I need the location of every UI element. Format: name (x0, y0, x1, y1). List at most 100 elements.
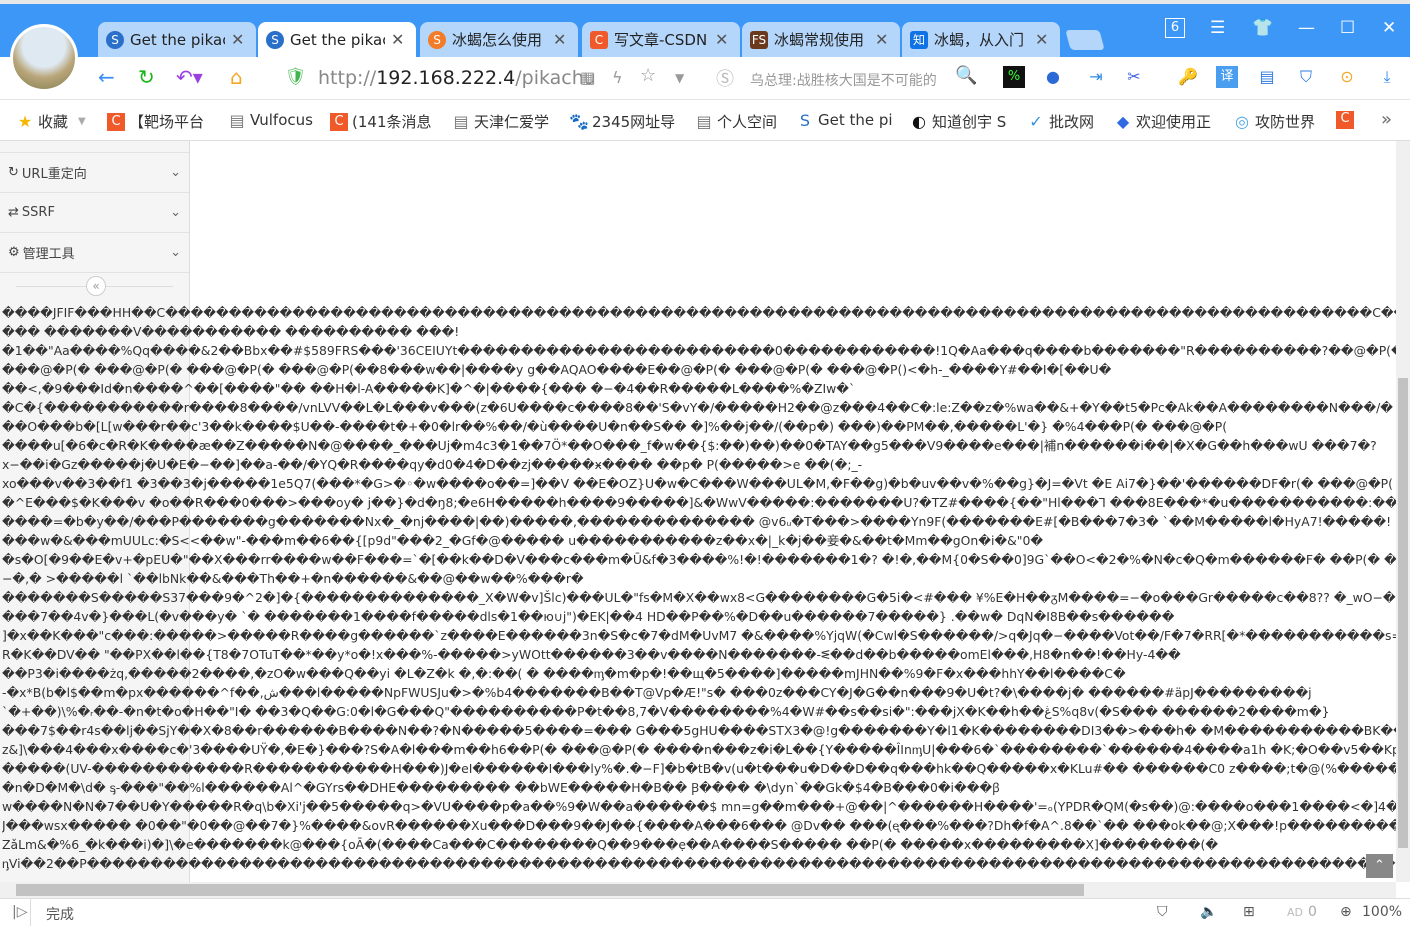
navigation-bar: ← ↻ ↶▾ ⌂ 🛡 http://192.168.222.4/pikachu … (0, 57, 1410, 100)
ad-count: 0 (1308, 904, 1317, 920)
csdn-icon: C (107, 113, 125, 131)
sidebar-item[interactable]: ⚙管理工具⌄ (0, 233, 189, 273)
bookmark-item[interactable]: ◐知道创宇 S (910, 111, 1006, 132)
sidebar-item[interactable]: ↻URL重定向⌄ (0, 153, 189, 193)
zhidao-icon: ◐ (910, 113, 928, 131)
percent-tool-icon[interactable]: % (1003, 66, 1025, 88)
check-icon: ✓ (1027, 113, 1045, 131)
ad-block-icon[interactable]: AD (1287, 906, 1303, 919)
bookmark-item[interactable]: C(141条消息 (330, 111, 431, 132)
bookmark-item[interactable]: ★收藏▼ (16, 111, 86, 132)
chevron-down-icon: ⌄ (170, 165, 181, 180)
csdn-icon[interactable]: C (1336, 111, 1354, 129)
dropdown-icon[interactable]: ▼ (675, 71, 684, 85)
bookmark-item[interactable]: C【靶场平台 (107, 111, 204, 132)
skin-icon[interactable]: 👕 (1252, 18, 1273, 38)
vertical-scrollbar[interactable] (1396, 141, 1410, 882)
notes-icon[interactable]: ▤ (1256, 66, 1278, 88)
close-tab-icon[interactable]: ✕ (553, 30, 566, 49)
chevron-down-icon: ⌄ (170, 205, 181, 220)
text-line: �1��"Aa����%Qq����&2��Bbx��#$589FRS���'3… (2, 341, 1396, 360)
scroll-to-top-button[interactable]: ⌃ (1366, 854, 1393, 878)
key-icon[interactable]: 🔑 (1177, 66, 1199, 88)
refresh-icon[interactable]: ↻ (138, 65, 155, 89)
close-window-icon[interactable]: ✕ (1382, 18, 1396, 38)
bookmark-item[interactable]: ▤Vulfocus (228, 111, 313, 129)
download-icon[interactable]: ⤓ (1376, 66, 1398, 88)
phone-sync-icon[interactable]: ⇥ (1085, 66, 1107, 88)
tab[interactable]: SGet the pikachu✕ (258, 22, 416, 57)
favorite-star-icon[interactable]: ☆ (640, 65, 656, 86)
page-icon: ▤ (228, 111, 246, 129)
tab[interactable]: S冰蝎怎么使用✕ (420, 22, 578, 57)
minimize-icon[interactable]: — (1298, 18, 1315, 38)
tab[interactable]: 知冰蝎，从入门✕ (902, 22, 1060, 57)
address-input[interactable]: http://192.168.222.4/pikachu (318, 67, 596, 89)
tab-count-badge[interactable]: 6 (1165, 18, 1185, 38)
bookmark-label: 攻防世界 (1255, 111, 1315, 132)
menu-icon[interactable]: ☰ (1210, 18, 1225, 38)
title-strip (0, 0, 1410, 4)
search-engine-icon[interactable]: Ⓢ (716, 65, 734, 91)
close-tab-icon[interactable]: ✕ (231, 30, 244, 49)
text-line: ���7��4v�}���L(�v���y� `� �������1����f�… (2, 607, 1396, 626)
user-avatar[interactable] (10, 24, 78, 92)
close-tab-icon[interactable]: ✕ (1035, 30, 1048, 49)
sidebar-item[interactable]: ⇄SSRF⌄ (0, 193, 189, 233)
zoom-level[interactable]: 100% (1362, 904, 1402, 920)
toolbox-icon[interactable]: ⊞ (1243, 904, 1255, 920)
bookmark-item[interactable]: ▤天津仁爱学 (452, 111, 549, 132)
tab[interactable]: FS冰蝎常规使用✕ (742, 22, 900, 57)
close-tab-icon[interactable]: ✕ (715, 30, 728, 49)
bookmark-item[interactable]: ◎攻防世界 (1233, 111, 1315, 132)
tab[interactable]: C写文章-CSDN✕ (582, 22, 740, 57)
sidebar-toggle-icon[interactable]: |▷ (12, 904, 27, 920)
search-icon[interactable]: 🔍 (955, 65, 977, 86)
speaker-icon[interactable]: 🔈 (1200, 904, 1217, 920)
qr-code-icon[interactable]: ▦ (580, 68, 595, 87)
search-input[interactable]: 乌总理:战胜核大国是不可能的 (750, 70, 937, 90)
bookmark-item[interactable]: ◆欢迎使用正 (1114, 111, 1211, 132)
bookmark-label: 收藏 (38, 111, 68, 132)
speed-mode-icon[interactable]: ϟ (612, 68, 623, 87)
tab[interactable]: SGet the pikachu✕ (98, 22, 256, 57)
tab-favicon-icon: 知 (910, 31, 928, 49)
binary-response-text: ����JFIF���HH��C������������������������… (2, 303, 1396, 873)
tab-favicon-icon: S (428, 31, 446, 49)
close-tab-icon[interactable]: ✕ (875, 30, 888, 49)
sidebar-item-label: URL重定向 (22, 163, 170, 182)
globe-icon[interactable]: ● (1042, 66, 1064, 88)
security-icon[interactable]: ⛉ (1295, 66, 1317, 88)
sidebar-item-icon: ⇄ (8, 205, 19, 220)
undo-close-icon[interactable]: ↶▾ (176, 65, 203, 89)
more-bookmarks-icon[interactable]: » (1381, 109, 1392, 130)
scissors-icon[interactable]: ✂ (1123, 66, 1145, 88)
more-icon[interactable]: ⊙ (1336, 66, 1358, 88)
horizontal-scrollbar[interactable] (0, 882, 1396, 898)
text-line: ᶇVi��2��P�������������������������������… (2, 854, 1396, 873)
translate-icon[interactable]: 译 (1216, 66, 1238, 88)
text-line: �������S�����S37���9�^2�]�{�������������… (2, 588, 1396, 607)
sidebar-item-icon: ⚙ (8, 245, 20, 260)
bookmark-item[interactable]: SGet the pi (796, 111, 893, 129)
sidebar-item-label: 管理工具 (23, 243, 170, 262)
home-icon[interactable]: ⌂ (230, 65, 243, 89)
tab-title: 写文章-CSDN (614, 29, 709, 50)
collapse-sidebar-button[interactable]: « (86, 276, 106, 296)
dropdown-icon[interactable]: ▼ (78, 116, 86, 127)
close-tab-icon[interactable]: ✕ (391, 30, 404, 49)
sidebar-item-icon: ↻ (8, 165, 19, 180)
sidebar-collapse: « (0, 273, 189, 300)
new-tab-button[interactable] (1065, 30, 1104, 50)
bookmark-item[interactable]: 🐾2345网址导 (570, 111, 675, 132)
shield-check-icon[interactable]: ⛉ (1157, 904, 1168, 920)
back-icon[interactable]: ← (98, 65, 115, 89)
text-line: ��� �������V����������� ���������� ���! (2, 322, 1396, 341)
maximize-icon[interactable]: ☐ (1340, 18, 1355, 38)
zoom-icon[interactable]: ⊕ (1340, 904, 1352, 920)
text-line: �s�O[�9��E�v+�pEU�"��X���rr����w��F���=`… (2, 550, 1396, 569)
status-bar: |▷ 完成 ⛉ 🔈 ⊞ AD 0 ⊕ 100% (0, 898, 1410, 926)
bookmark-item[interactable]: ▤个人空间 (695, 111, 777, 132)
bookmark-label: Vulfocus (250, 111, 313, 129)
bookmark-item[interactable]: ✓批改网 (1027, 111, 1094, 132)
